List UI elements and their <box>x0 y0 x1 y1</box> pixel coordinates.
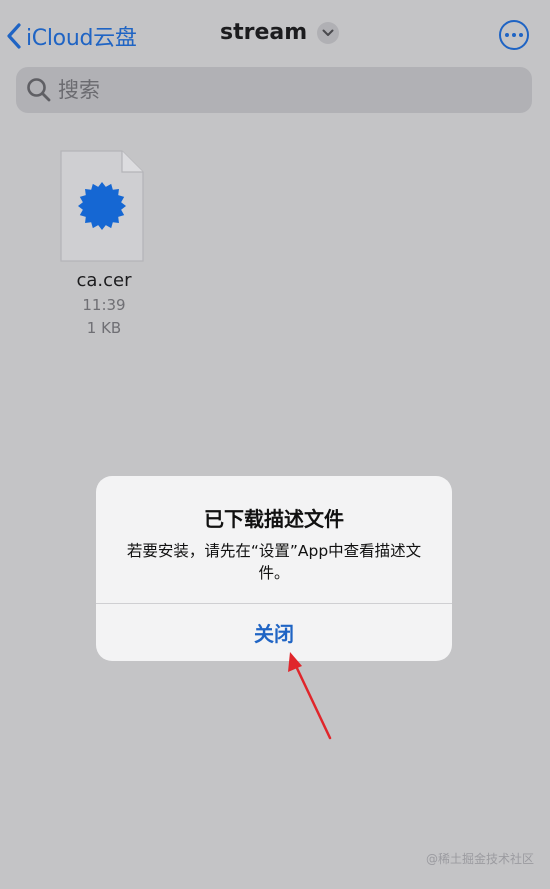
annotation-arrow <box>288 652 332 740</box>
watermark: @稀土掘金技术社区 <box>425 852 534 866</box>
